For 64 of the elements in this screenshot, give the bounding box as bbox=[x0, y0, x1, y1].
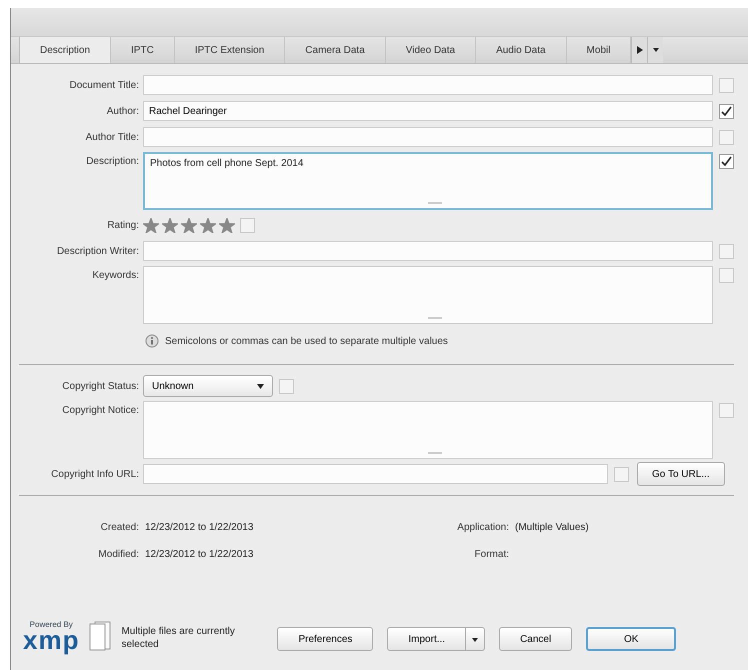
text-field[interactable] bbox=[143, 75, 713, 95]
tab[interactable]: Audio Data bbox=[476, 37, 567, 63]
checkbox[interactable] bbox=[614, 466, 629, 482]
field-label: Document Title: bbox=[68, 80, 139, 90]
checkbox[interactable] bbox=[719, 78, 734, 92]
tab[interactable]: Camera Data bbox=[285, 37, 386, 63]
info-icon bbox=[145, 334, 159, 348]
field-label: Keywords: bbox=[91, 269, 139, 281]
hint-text: Semicolons or commas can be used to separate multiple values bbox=[165, 336, 448, 346]
caret-icon bbox=[652, 48, 659, 52]
checkbox[interactable] bbox=[719, 104, 734, 118]
import-button[interactable]: Import... bbox=[387, 627, 466, 651]
checkbox[interactable] bbox=[719, 154, 734, 169]
text-area[interactable] bbox=[143, 266, 713, 324]
info-label: Created: bbox=[100, 522, 139, 533]
info-value: 12/23/2012 to 1/22/2013 bbox=[145, 522, 254, 533]
checkbox[interactable] bbox=[719, 244, 734, 258]
tab[interactable]: IPTC Extension bbox=[174, 37, 286, 63]
text-field[interactable]: Rachel Dearinger bbox=[143, 101, 713, 121]
field-label: Copyright Info URL: bbox=[50, 468, 139, 480]
status-message: Multiple files are currently selected bbox=[121, 625, 236, 651]
info-value: (Multiple Values) bbox=[515, 522, 589, 533]
triangle-right-icon bbox=[636, 46, 643, 54]
dialog-button[interactable]: Preferences bbox=[277, 627, 374, 651]
text-area[interactable] bbox=[143, 401, 713, 459]
star-icon[interactable] bbox=[143, 218, 159, 232]
field-label: Author Title: bbox=[84, 132, 139, 142]
tabs-menu-button[interactable] bbox=[647, 37, 664, 63]
caret-icon bbox=[472, 638, 478, 642]
tab[interactable]: Description bbox=[19, 37, 112, 63]
star-icon[interactable] bbox=[200, 218, 216, 232]
star-icon[interactable] bbox=[219, 218, 235, 232]
checkbox[interactable] bbox=[719, 130, 734, 144]
checkbox[interactable] bbox=[719, 403, 734, 418]
files-icon bbox=[89, 621, 112, 651]
checkbox[interactable] bbox=[719, 268, 734, 283]
scroll-tabs-button[interactable] bbox=[631, 37, 648, 63]
tab[interactable]: Video Data bbox=[386, 37, 476, 63]
checkbox[interactable] bbox=[279, 378, 294, 394]
field-label: Author: bbox=[106, 106, 139, 116]
copyright-status-dropdown[interactable]: Unknown bbox=[143, 375, 273, 397]
dialog-button[interactable]: Cancel bbox=[499, 627, 572, 651]
ok-button[interactable]: OK bbox=[586, 627, 676, 651]
clear-rating-checkbox[interactable] bbox=[240, 218, 255, 232]
info-label: Application: bbox=[456, 522, 509, 533]
tab[interactable]: IPTC bbox=[111, 37, 175, 63]
field-label: Copyright Notice: bbox=[61, 404, 139, 416]
go-to-url-button[interactable]: Go To URL... bbox=[637, 462, 725, 486]
field-label: Description: bbox=[85, 155, 139, 167]
info-value: 12/23/2012 to 1/22/2013 bbox=[145, 549, 254, 560]
powered-by-text: Powered By bbox=[30, 620, 73, 629]
text-field[interactable] bbox=[143, 127, 713, 147]
caret-icon bbox=[257, 384, 264, 388]
field-label: Copyright Status: bbox=[61, 380, 139, 392]
text-area[interactable]: Photos from cell phone Sept. 2014 bbox=[143, 152, 713, 210]
star-icon[interactable] bbox=[181, 218, 197, 232]
url-field[interactable] bbox=[143, 464, 608, 484]
info-label: Modified: bbox=[97, 549, 139, 560]
info-label: Format: bbox=[474, 549, 509, 560]
import-menu-button[interactable] bbox=[466, 627, 486, 651]
field-label: Description Writer: bbox=[56, 246, 139, 256]
field-label: Rating: bbox=[106, 220, 139, 230]
star-icon[interactable] bbox=[162, 218, 178, 232]
text-field[interactable] bbox=[143, 241, 713, 261]
